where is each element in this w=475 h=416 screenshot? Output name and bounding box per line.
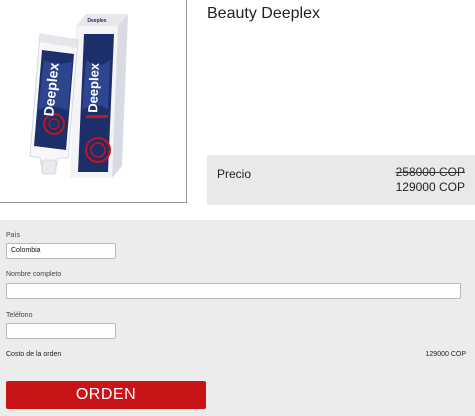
order-button[interactable]: ORDEN: [6, 381, 206, 409]
product-image: Deeplex Deeplex Deeplex: [0, 0, 187, 203]
product-box: Deeplex Deeplex: [70, 14, 128, 178]
price-label: Precio: [217, 167, 252, 181]
old-price: 258000 COP: [395, 165, 465, 179]
price-panel: Precio 258000 COP 129000 COP: [207, 155, 475, 205]
order-form: País Colombia Nombre completo Teléfono C…: [0, 220, 475, 416]
full-name-label: Nombre completo: [6, 271, 62, 278]
product-tube: Deeplex: [29, 33, 79, 175]
order-cost-value: 129000 COP: [425, 351, 466, 358]
new-price: 129000 COP: [395, 180, 465, 194]
box-top-text: Deeplex: [87, 18, 106, 24]
country-select[interactable]: Colombia: [6, 243, 116, 259]
full-name-input[interactable]: [6, 283, 461, 299]
country-label: País: [6, 232, 21, 239]
box-brand-text: Deeplex: [85, 62, 102, 113]
product-photo: Deeplex Deeplex Deeplex: [29, 14, 128, 178]
order-cost-label: Costo de la orden: [6, 351, 62, 358]
phone-input[interactable]: [6, 323, 116, 339]
phone-label: Teléfono: [6, 312, 33, 319]
product-title: Beauty Deeplex: [207, 5, 320, 22]
